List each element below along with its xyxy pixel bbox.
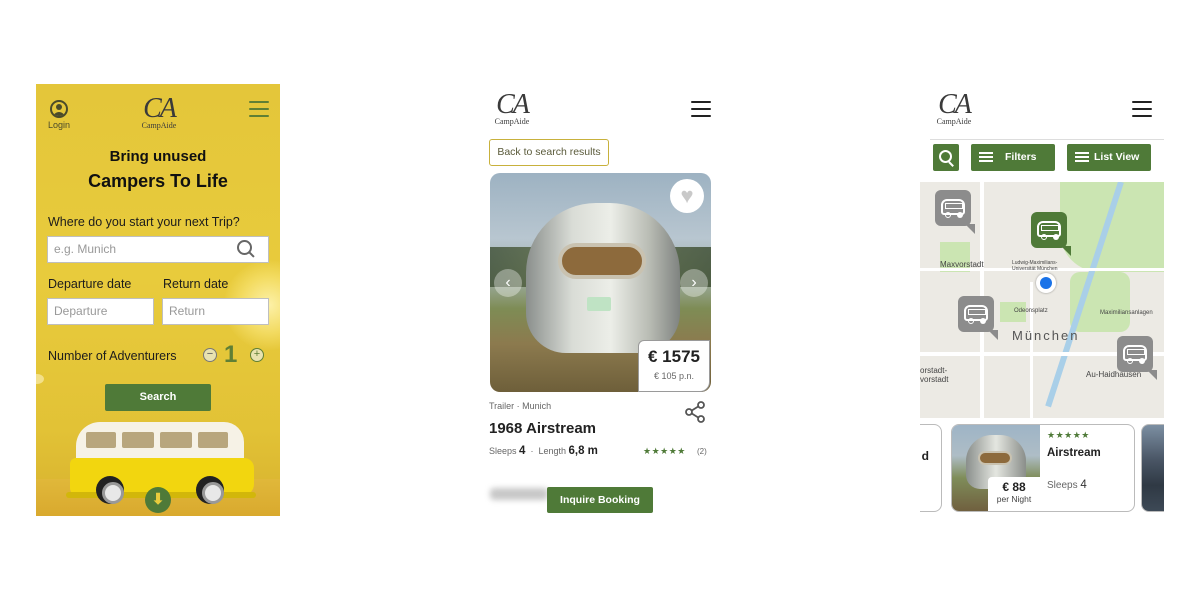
card-sleeps-label: Sleeps [1047, 480, 1078, 491]
list-icon [1075, 152, 1089, 163]
adventurers-label: Number of Adventurers [48, 349, 177, 363]
search-icon[interactable] [237, 240, 255, 258]
current-location-dot [1036, 273, 1056, 293]
map-label-maximiliansanlagen: Maximiliansanlagen [1100, 310, 1153, 316]
logo-mark: CA [938, 89, 972, 120]
listing-card[interactable]: € 88 per Night ★★★★★ Airstream Sleeps 4 [951, 424, 1135, 512]
location-search-input[interactable]: e.g. Munich [47, 236, 269, 263]
departure-label: Departure date [48, 277, 132, 291]
inquire-booking-button[interactable]: Inquire Booking [547, 487, 653, 513]
list-view-label: List View [1094, 151, 1140, 163]
price-per-night: € 105 p.n. [653, 371, 695, 381]
increment-button[interactable]: + [250, 348, 264, 362]
map-label-odeonsplatz: Odeonsplatz [1014, 308, 1048, 314]
card-per-night: per Night [996, 494, 1032, 504]
logo-name: CampAide [936, 117, 972, 126]
camper-map-pin-active[interactable] [1031, 212, 1071, 256]
return-label: Return date [163, 277, 229, 291]
departure-date-input[interactable]: Departure [47, 298, 154, 325]
card-sleeps-value: 4 [1080, 479, 1087, 491]
share-icon[interactable] [683, 400, 707, 424]
hamburger-menu-icon[interactable] [249, 101, 269, 117]
return-date-input[interactable]: Return [162, 298, 269, 325]
camper-map-pin[interactable] [935, 190, 975, 234]
scroll-down-icon[interactable]: ⬇ [145, 487, 171, 513]
favorite-heart-icon[interactable]: ♥ [670, 179, 704, 213]
header-divider [930, 139, 1164, 140]
hamburger-menu-icon[interactable] [1132, 101, 1152, 117]
map-label-city: München [1012, 328, 1080, 343]
logo-mark: CA [143, 93, 177, 124]
listing-title: 1968 Airstream [489, 420, 597, 437]
map-label-maxvorstadt: Maxvorstadt [940, 260, 984, 269]
trip-question-label: Where do you start your next Trip? [48, 215, 240, 229]
total-price: € 1575 [648, 347, 700, 366]
map-view-screen: CA CampAide Filters List View Maxvorstad… [920, 84, 1164, 516]
back-to-results-button[interactable]: Back to search results [489, 139, 609, 166]
search-screen: Login CA CampAide Bring unused Campers T… [36, 84, 280, 516]
logo-mark: CA [496, 89, 530, 120]
listing-card-next[interactable] [1141, 424, 1164, 512]
campaide-logo[interactable]: CA CampAide [930, 89, 978, 126]
sleeps-value: 4 [519, 445, 526, 457]
login-button[interactable]: Login [46, 100, 72, 130]
listing-meta: Trailer · Munich [489, 401, 552, 411]
user-icon [50, 100, 68, 118]
card-sleeps: Sleeps 4 [1047, 479, 1087, 491]
card-price-box: € 88 per Night [988, 477, 1040, 511]
adventurers-count: 1 [224, 341, 238, 368]
listing-card-previous[interactable]: d [920, 424, 942, 512]
search-button[interactable]: Search [105, 384, 211, 411]
map-label-university: Ludwig-Maximilians-Universität München [1012, 260, 1058, 272]
campaide-logo[interactable]: CA CampAide [488, 89, 536, 126]
hamburger-menu-icon[interactable] [691, 101, 711, 117]
blurred-text [490, 488, 548, 500]
filters-label: Filters [1005, 151, 1037, 163]
length-label: Length [538, 446, 566, 456]
logo-name: CampAide [494, 117, 530, 126]
card-fragment-text: d [921, 449, 929, 463]
length-value: 6,8 m [568, 445, 598, 457]
search-icon[interactable] [933, 144, 959, 171]
review-count: (2) [697, 447, 707, 456]
campaide-logo[interactable]: CA CampAide [134, 93, 184, 130]
camper-map-pin[interactable] [1117, 336, 1157, 380]
sleeps-label: Sleeps [489, 446, 517, 456]
decrement-button[interactable]: − [203, 348, 217, 362]
listing-detail-screen: CA CampAide Back to search results ‹ › ♥… [480, 84, 720, 524]
card-title: Airstream [1047, 447, 1101, 459]
price-box: € 1575 € 105 p.n. [638, 340, 710, 392]
login-label: Login [47, 120, 71, 130]
card-price: € 88 [1002, 480, 1026, 494]
list-view-button[interactable]: List View [1067, 144, 1151, 171]
listing-specs: Sleeps 4 · Length 6,8 m [489, 445, 598, 457]
logo-name: CampAide [141, 121, 177, 130]
map[interactable]: Maxvorstadt Ludwig-Maximilians-Universit… [920, 182, 1164, 418]
map-label-isarvorstadt: orstadt-vorstadt [920, 366, 949, 384]
previous-photo-arrow-icon[interactable]: ‹ [494, 269, 522, 297]
filters-button[interactable]: Filters [971, 144, 1055, 171]
card-rating-stars: ★★★★★ [1047, 430, 1090, 440]
decorative-dot [36, 374, 44, 384]
headline-line1: Bring unused [109, 148, 207, 165]
camper-map-pin[interactable] [958, 296, 998, 340]
hero-headline: Bring unused Campers To Life [36, 148, 280, 192]
headline-line2: Campers To Life [88, 171, 228, 191]
sliders-icon [979, 152, 993, 163]
rating-stars: ★★★★★ [643, 446, 686, 456]
next-photo-arrow-icon[interactable]: › [680, 269, 708, 297]
